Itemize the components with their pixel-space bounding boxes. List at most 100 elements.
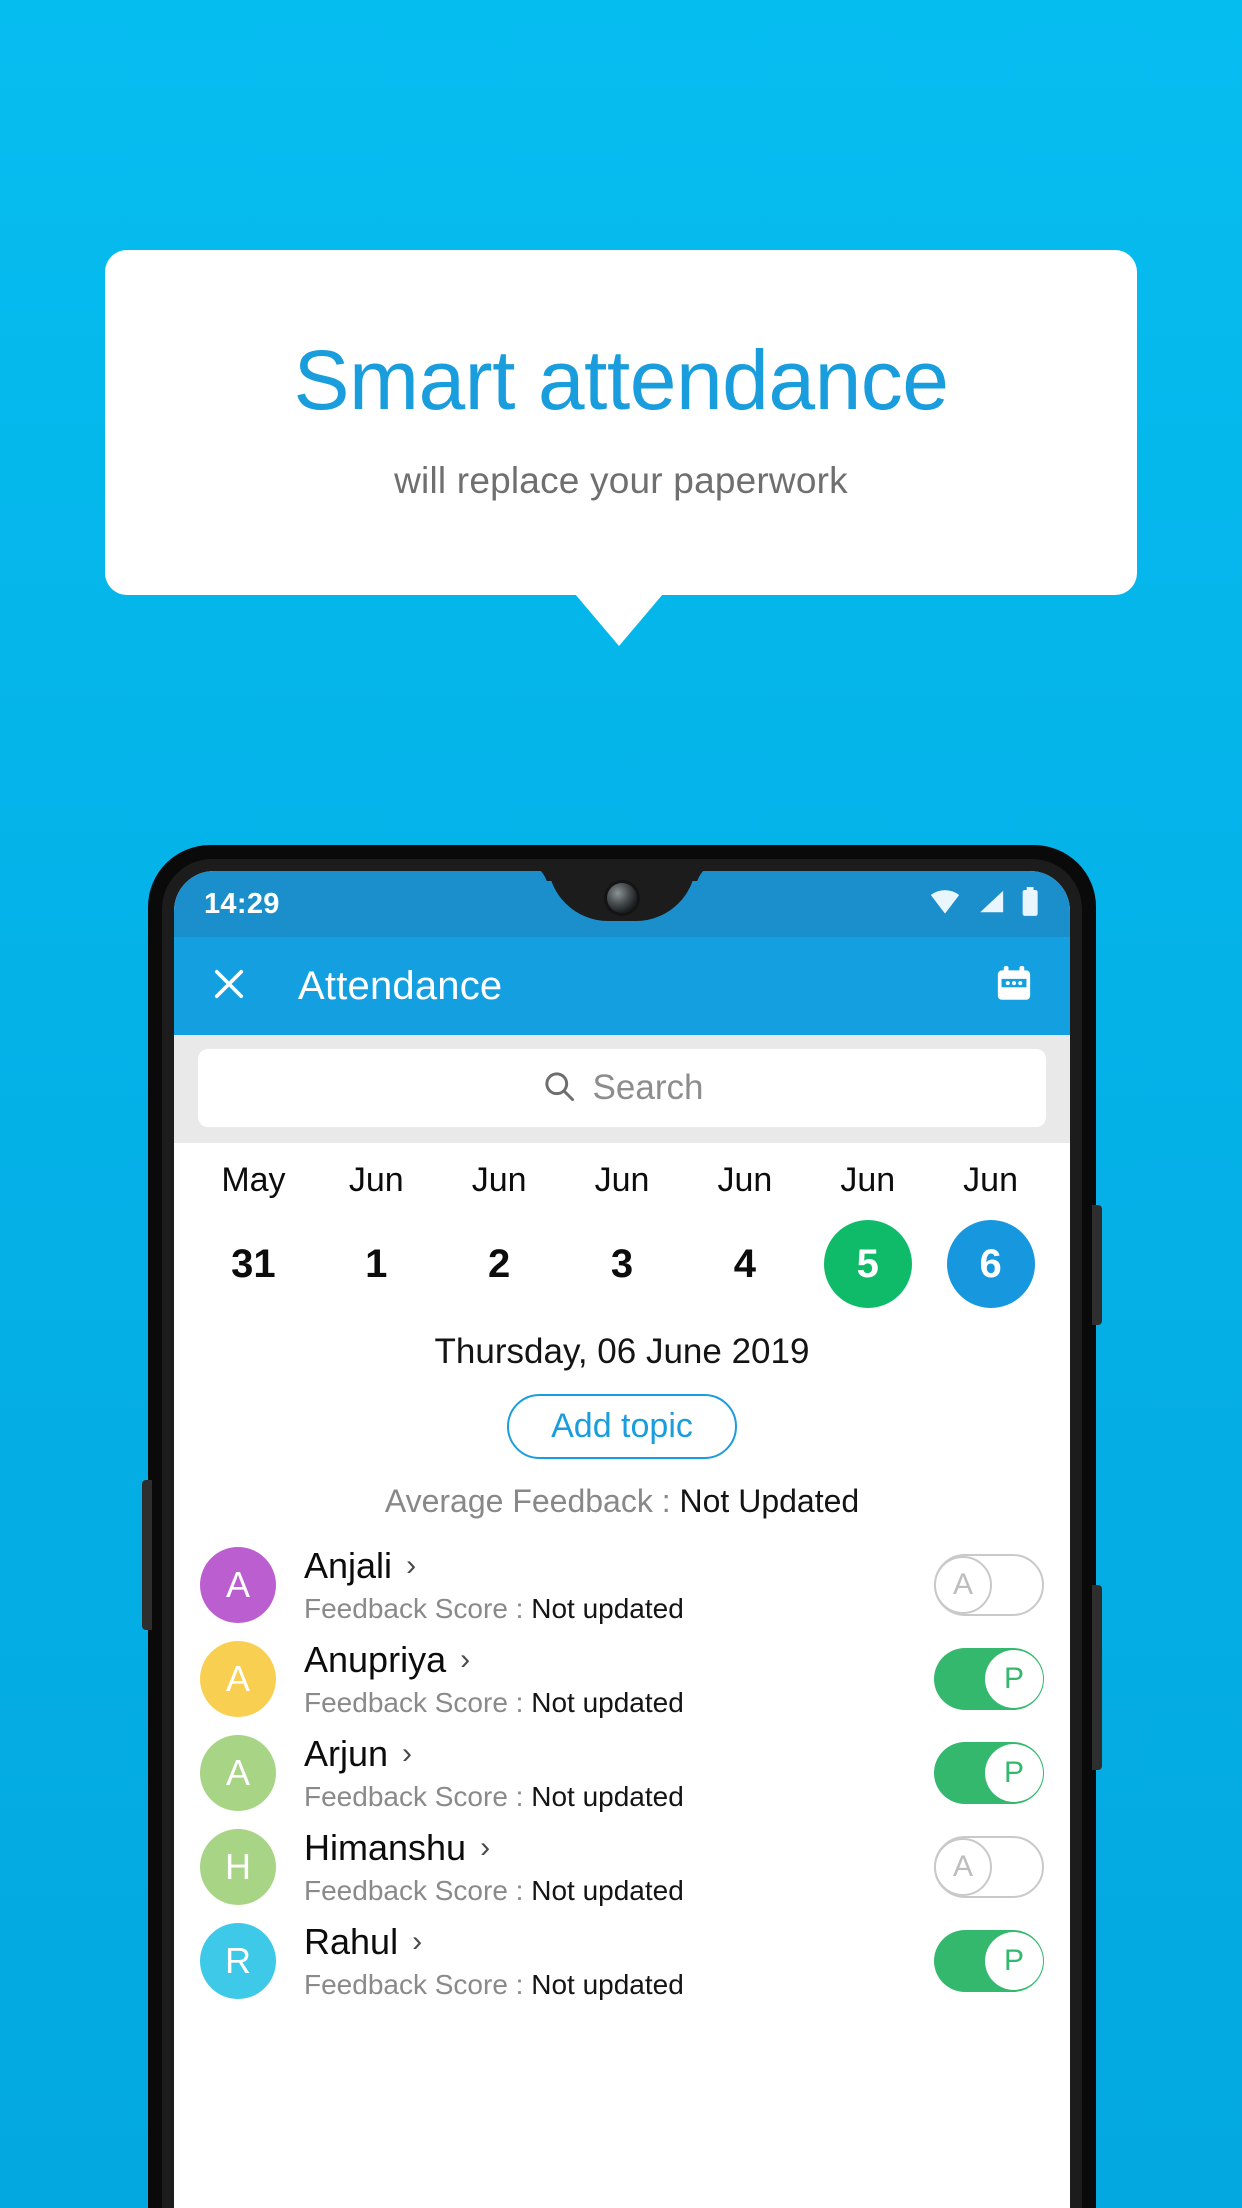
- student-name: Himanshu: [304, 1827, 467, 1868]
- phone-screen: 14:29 Attendance Search May 31 Jun 1 Jun…: [174, 871, 1070, 2208]
- phone-bezel: 14:29 Attendance Search May 31 Jun 1 Jun…: [162, 859, 1082, 2208]
- avatar: R: [200, 1923, 276, 1999]
- avatar: A: [200, 1547, 276, 1623]
- search-placeholder: Search: [592, 1068, 704, 1107]
- attendance-toggle-knob: A: [934, 1838, 992, 1896]
- avatar: A: [200, 1641, 276, 1717]
- date-cell[interactable]: Jun 5: [806, 1161, 929, 1308]
- attendance-toggle-knob: P: [985, 1650, 1043, 1708]
- attendance-toggle[interactable]: P: [934, 1930, 1044, 1992]
- feedback-score-label: Feedback Score :: [304, 1875, 532, 1906]
- date-cell[interactable]: May 31: [192, 1161, 315, 1308]
- app-bar: Attendance: [174, 937, 1070, 1035]
- date-cell[interactable]: Jun 2: [438, 1161, 561, 1308]
- date-day-number: 5: [823, 1220, 912, 1308]
- promo-subtitle: will replace your paperwork: [394, 459, 848, 501]
- date-day-number: 1: [365, 1242, 388, 1286]
- student-row[interactable]: A Arjun › Feedback Score : Not updated P: [174, 1726, 1070, 1820]
- phone-volume-button-right[interactable]: [1092, 1585, 1102, 1770]
- date-month-label: Jun: [348, 1161, 404, 1199]
- attendance-toggle[interactable]: P: [934, 1648, 1044, 1710]
- search-area: Search: [174, 1035, 1070, 1143]
- date-day-number: 3: [610, 1242, 634, 1286]
- chevron-right-icon: ›: [460, 1643, 471, 1676]
- close-icon[interactable]: [208, 963, 250, 1010]
- chevron-right-icon: ›: [402, 1737, 413, 1770]
- student-info: Rahul › Feedback Score : Not updated: [304, 1921, 934, 2001]
- student-name: Rahul: [304, 1921, 399, 1962]
- selected-date-label: Thursday, 06 June 2019: [434, 1332, 810, 1371]
- student-row[interactable]: A Anjali › Feedback Score : Not updated A: [174, 1538, 1070, 1632]
- student-name-row[interactable]: Anupriya ›: [304, 1639, 934, 1681]
- page-title: Attendance: [298, 963, 503, 1008]
- date-month-label: Jun: [471, 1161, 527, 1199]
- date-day-number: 2: [488, 1242, 511, 1286]
- student-info: Arjun › Feedback Score : Not updated: [304, 1733, 934, 1813]
- feedback-score-label: Feedback Score :: [304, 1781, 532, 1812]
- date-month-label: Jun: [717, 1161, 773, 1199]
- feedback-score-label: Feedback Score :: [304, 1969, 532, 2000]
- status-icons: [928, 886, 1040, 922]
- student-row[interactable]: H Himanshu › Feedback Score : Not updated A: [174, 1820, 1070, 1914]
- date-month-label: Jun: [594, 1161, 650, 1199]
- attendance-toggle[interactable]: A: [934, 1836, 1044, 1898]
- student-row[interactable]: A Anupriya › Feedback Score : Not updated P: [174, 1632, 1070, 1726]
- chevron-right-icon: ›: [412, 1925, 423, 1958]
- avatar: H: [200, 1829, 276, 1905]
- student-name-row[interactable]: Rahul ›: [304, 1921, 934, 1963]
- attendance-toggle-knob: P: [985, 1932, 1043, 1990]
- feedback-score-label: Feedback Score :: [304, 1687, 532, 1718]
- student-info: Anjali › Feedback Score : Not updated: [304, 1545, 934, 1625]
- battery-icon: [1020, 886, 1040, 922]
- student-info: Himanshu › Feedback Score : Not updated: [304, 1827, 934, 1907]
- search-input[interactable]: Search: [198, 1049, 1046, 1127]
- date-month-label: May: [221, 1161, 286, 1199]
- calendar-icon[interactable]: [992, 962, 1036, 1011]
- feedback-score: Feedback Score : Not updated: [304, 1969, 934, 2001]
- add-topic-row: Add topic: [174, 1394, 1070, 1459]
- avatar: A: [200, 1735, 276, 1811]
- average-feedback: Average Feedback : Not Updated: [174, 1483, 1070, 1520]
- date-cell[interactable]: Jun 3: [561, 1161, 684, 1308]
- promo-callout-bubble: Smart attendance will replace your paper…: [105, 250, 1137, 595]
- feedback-score-value: Not updated: [531, 1593, 684, 1624]
- add-topic-button[interactable]: Add topic: [507, 1394, 737, 1459]
- student-name: Anupriya: [304, 1639, 447, 1680]
- feedback-score: Feedback Score : Not updated: [304, 1687, 934, 1719]
- feedback-score-value: Not updated: [531, 1687, 684, 1718]
- status-time: 14:29: [204, 887, 280, 920]
- student-list: A Anjali › Feedback Score : Not updated A A An…: [174, 1538, 1070, 2008]
- attendance-toggle[interactable]: P: [934, 1742, 1044, 1804]
- student-row[interactable]: R Rahul › Feedback Score : Not updated P: [174, 1914, 1070, 2008]
- date-day-number: 6: [946, 1220, 1035, 1308]
- date-day-number: 31: [231, 1242, 276, 1286]
- feedback-score: Feedback Score : Not updated: [304, 1593, 934, 1625]
- date-day-number: 4: [733, 1242, 756, 1286]
- date-month-label: Jun: [840, 1161, 896, 1199]
- phone-volume-button-left[interactable]: [142, 1480, 152, 1630]
- feedback-score-label: Feedback Score :: [304, 1593, 532, 1624]
- attendance-toggle[interactable]: A: [934, 1554, 1044, 1616]
- average-feedback-label: Average Feedback :: [384, 1483, 680, 1519]
- student-name-row[interactable]: Arjun ›: [304, 1733, 934, 1775]
- promo-title: Smart attendance: [293, 332, 949, 427]
- chevron-right-icon: ›: [480, 1831, 491, 1864]
- feedback-score: Feedback Score : Not updated: [304, 1781, 934, 1813]
- student-name: Arjun: [304, 1733, 389, 1774]
- date-cell[interactable]: Jun 6: [929, 1161, 1052, 1308]
- date-month-label: Jun: [963, 1161, 1018, 1199]
- feedback-score-value: Not updated: [531, 1969, 684, 2000]
- date-cell[interactable]: Jun 1: [315, 1161, 438, 1308]
- wifi-icon: [928, 888, 962, 920]
- student-name: Anjali: [304, 1545, 393, 1586]
- student-info: Anupriya › Feedback Score : Not updated: [304, 1639, 934, 1719]
- chevron-right-icon: ›: [406, 1549, 417, 1582]
- phone-mockup: 14:29 Attendance Search May 31 Jun 1 Jun…: [142, 845, 1102, 2208]
- search-icon: [541, 1068, 577, 1109]
- signal-icon: [976, 888, 1006, 920]
- date-cell[interactable]: Jun 4: [683, 1161, 806, 1308]
- attendance-toggle-knob: P: [985, 1744, 1043, 1802]
- phone-power-button[interactable]: [1092, 1205, 1102, 1325]
- student-name-row[interactable]: Himanshu ›: [304, 1827, 934, 1869]
- student-name-row[interactable]: Anjali ›: [304, 1545, 934, 1587]
